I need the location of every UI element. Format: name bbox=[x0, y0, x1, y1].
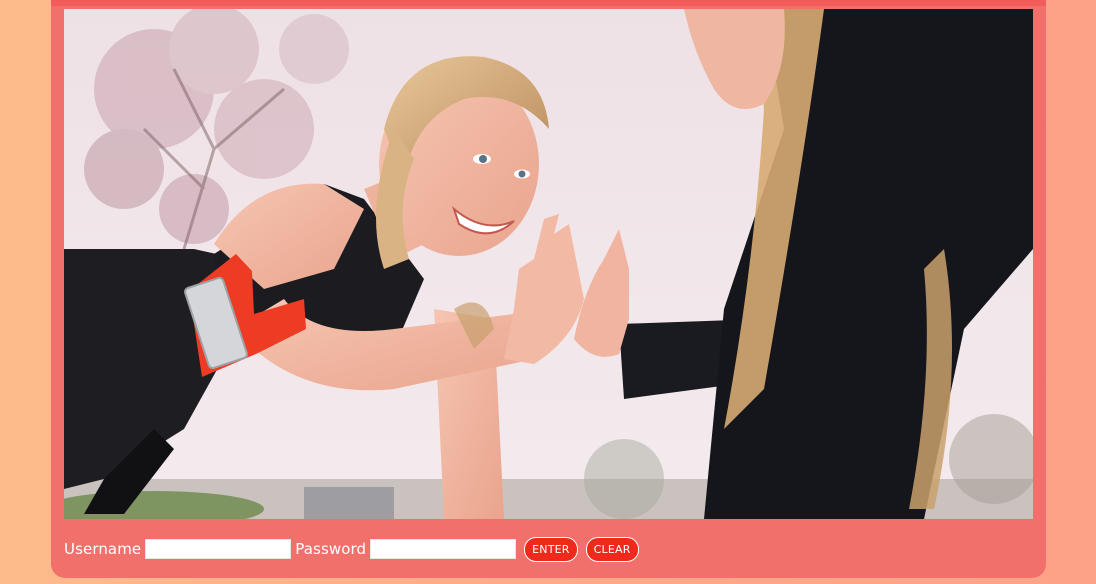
enter-button[interactable]: ENTER bbox=[524, 536, 578, 562]
username-label: Username bbox=[64, 540, 142, 558]
username-input[interactable] bbox=[145, 539, 292, 559]
login-panel: Username Password ENTER CLEAR bbox=[51, 0, 1046, 578]
hero-photo bbox=[64, 9, 1033, 519]
password-input[interactable] bbox=[370, 539, 517, 559]
password-label: Password bbox=[295, 540, 367, 558]
login-form: Username Password ENTER CLEAR bbox=[64, 535, 639, 563]
hero-photo-illustration bbox=[64, 9, 1033, 519]
clear-button[interactable]: CLEAR bbox=[585, 536, 639, 562]
